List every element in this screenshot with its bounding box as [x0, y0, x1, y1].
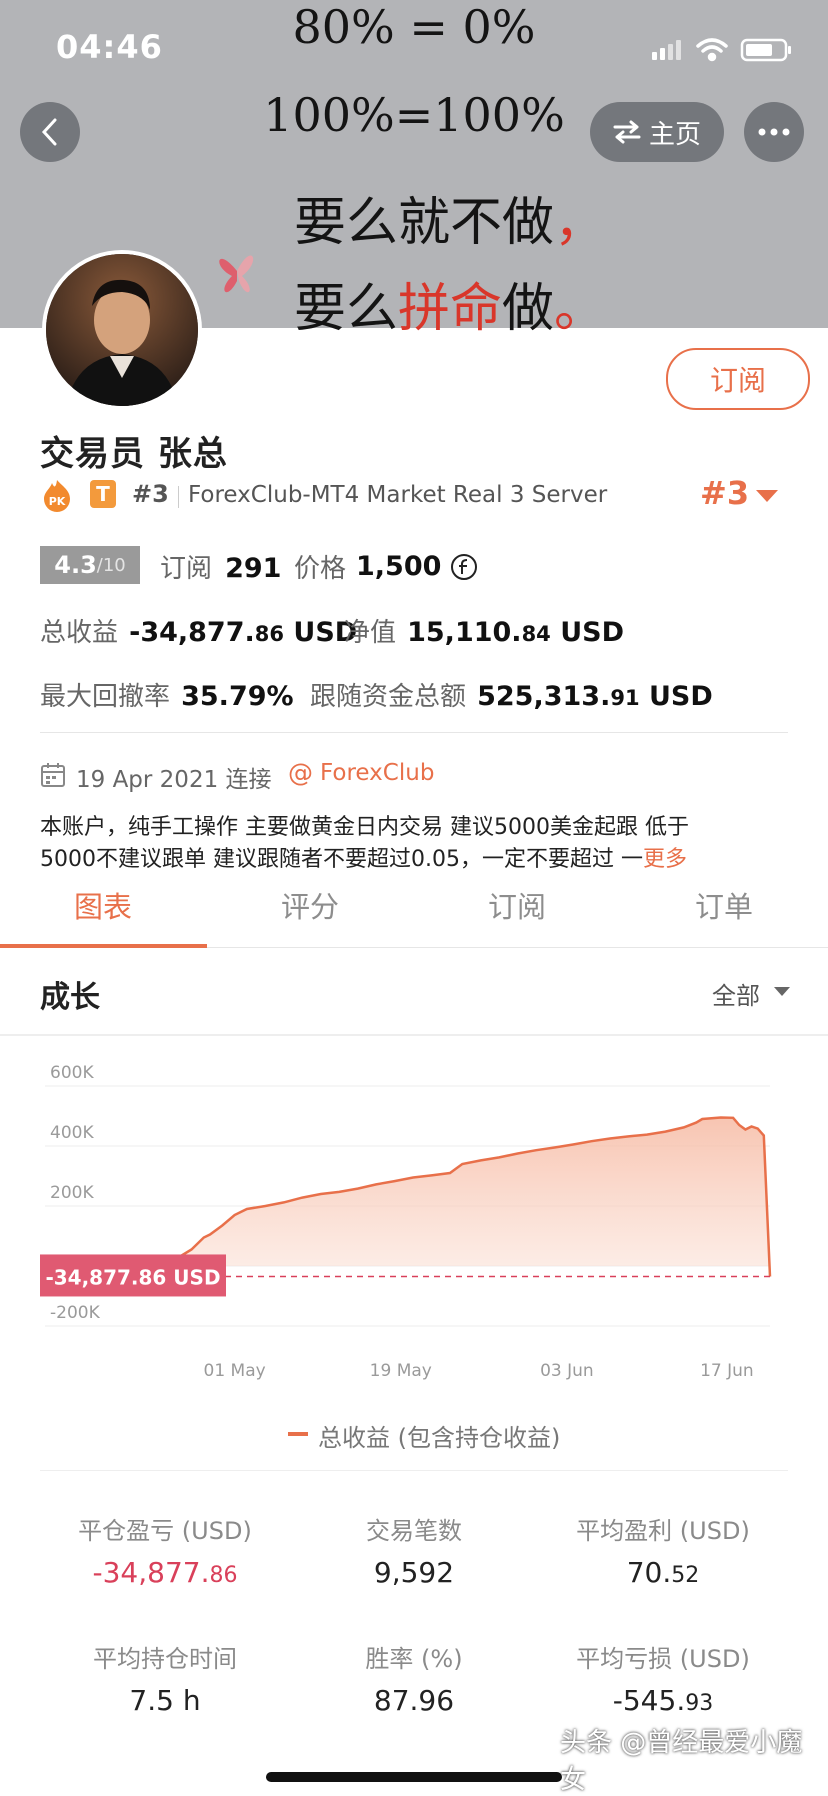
butterfly-icon [219, 255, 254, 293]
divider [40, 732, 788, 733]
description-line: 本账户，纯手工操作 主要做黄金日内交易 建议5000美金起跟 低于 [40, 815, 689, 840]
tab-chart[interactable]: 图表 [0, 884, 206, 926]
series-area [130, 1117, 770, 1277]
stat-item: 平仓盈亏 (USD) -34,877.86 [40, 1511, 290, 1589]
status-bar-icons [652, 38, 791, 62]
swap-icon [613, 120, 641, 144]
home-button[interactable]: 主页 [590, 102, 724, 162]
signal-icon [652, 40, 681, 60]
growth-title: 成长 [40, 980, 100, 1015]
legend-label: 总收益 (包含持仓收益) [318, 1424, 561, 1452]
follow-funds-stat: 跟随资金总额 525,313.91 USD [310, 676, 713, 713]
watermark: 头条 @曾经最爱小魔女 [560, 1728, 803, 1795]
total-profit-label: 总收益 [40, 618, 119, 648]
rank-dropdown[interactable]: #3 [700, 474, 749, 512]
avatar-portrait-icon [46, 254, 198, 406]
trader-type-badge: T [90, 480, 116, 508]
rating-value: 4.3 [54, 551, 97, 579]
stat-item: 交易笔数 9,592 [289, 1511, 539, 1589]
price-stat: 价格 1,500 [294, 548, 479, 585]
stat-value: 7.5 h [129, 1684, 201, 1717]
account-description: 本账户，纯手工操作 主要做黄金日内交易 建议5000美金起跟 低于 5000不建… [40, 812, 788, 876]
y-tick-label: 200K [50, 1183, 94, 1203]
home-button-label: 主页 [648, 119, 701, 150]
home-indicator [266, 1772, 562, 1782]
banner-text-line3: 要么就不做， [293, 193, 607, 253]
chevron-left-icon [41, 118, 57, 146]
stat-value: -545.93 [612, 1684, 714, 1717]
x-tick-label: 17 Jun [700, 1361, 754, 1381]
stat-item: 平均盈利 (USD) 70.52 [538, 1511, 788, 1589]
more-dots-icon [758, 128, 790, 136]
current-value-label: -34,877.86 USD [45, 1265, 220, 1289]
calendar-icon [41, 763, 65, 787]
price-value: 1,500 [356, 551, 442, 582]
stat-item: 平均亏损 (USD) -545.93 [538, 1639, 788, 1717]
equity-label: 净值 [344, 618, 397, 648]
subscribers-stat: 订阅 291 [160, 548, 281, 585]
x-tick-label: 01 May [204, 1361, 266, 1381]
follow-funds-label: 跟随资金总额 [310, 682, 467, 712]
equity-value: 15,110.84 USD [407, 617, 624, 648]
range-select[interactable]: 全部 [712, 976, 760, 1011]
stat-item: 胜率 (%) 87.96 [289, 1639, 539, 1717]
caret-down-icon[interactable] [774, 987, 790, 996]
total-profit-stat: 总收益 -34,877.86 USD [40, 612, 357, 649]
subscribers-label: 订阅 [160, 554, 213, 584]
trader-name: 交易员 张总 [40, 434, 228, 474]
legend-swatch [288, 1432, 308, 1436]
y-tick-label: -200K [50, 1303, 101, 1323]
x-tick-label: 19 May [370, 1361, 432, 1381]
stat-label: 平均盈利 (USD) [576, 1517, 750, 1545]
growth-chart[interactable]: 600K 400K 200K -200K 01 May 19 May 03 Jun 17 Ju… [0, 1036, 828, 1416]
follow-funds-value: 525,313.91 USD [477, 681, 713, 712]
svg-text:PK: PK [49, 495, 66, 508]
stat-value: 70.52 [626, 1556, 700, 1589]
total-profit-value: -34,877.86 USD [129, 617, 358, 648]
equity-stat: 净值 15,110.84 USD [344, 612, 624, 649]
max-drawdown-stat: 最大回撤率 35.79% [40, 676, 294, 713]
battery-icon [740, 38, 791, 62]
y-tick-label: 400K [50, 1123, 94, 1143]
more-link[interactable]: 更多 [643, 847, 687, 872]
description-line: 5000不建议跟单 建议跟随者不要超过0.05，一定不要超过 一更多 [40, 847, 687, 872]
tab-rating[interactable]: 评分 [207, 884, 413, 926]
price-label: 价格 [294, 554, 347, 584]
wifi-icon [696, 38, 728, 62]
coin-icon [451, 553, 478, 580]
stat-label: 胜率 (%) [365, 1645, 463, 1673]
subscribe-button[interactable]: 订阅 [666, 348, 810, 410]
connect-date: 19 Apr 2021 连接 [76, 767, 272, 793]
status-bar-time: 04:46 [56, 28, 163, 66]
caret-down-icon[interactable] [756, 490, 778, 502]
avatar[interactable] [42, 250, 202, 410]
at-icon: @ [288, 758, 313, 787]
rating-badge[interactable]: 4.3/10 [40, 546, 140, 584]
max-drawdown-value: 35.79% [181, 681, 294, 712]
tab-subscribe[interactable]: 订阅 [414, 884, 620, 926]
pk-flame-icon[interactable]: PK [40, 478, 74, 512]
growth-header [0, 948, 828, 1036]
stat-label: 平均亏损 (USD) [576, 1645, 750, 1673]
stats-grid: 平仓盈亏 (USD) -34,877.86 交易笔数 9,592 平均盈利 (USD) 7… [40, 1470, 788, 1751]
back-button[interactable] [20, 102, 80, 162]
rating-max: /10 [96, 554, 126, 576]
stat-value: -34,877.86 [92, 1556, 238, 1589]
stat-label: 平仓盈亏 (USD) [78, 1517, 252, 1545]
max-drawdown-label: 最大回撤率 [40, 682, 171, 712]
stat-label: 交易笔数 [366, 1517, 462, 1545]
x-tick-label: 03 Jun [540, 1361, 594, 1381]
stat-label: 平均持仓时间 [93, 1645, 237, 1673]
y-tick-label: 600K [50, 1063, 94, 1083]
tab-orders[interactable]: 订单 [621, 884, 827, 926]
server-name: ForexClub-MT4 Market Real 3 Server [188, 482, 608, 508]
broker-link[interactable]: ForexClub [320, 760, 434, 786]
more-button[interactable] [744, 102, 804, 162]
subscribers-value: 291 [225, 553, 282, 584]
stat-item: 平均持仓时间 7.5 h [40, 1639, 290, 1717]
stat-value: 87.96 [373, 1684, 455, 1717]
divider [178, 486, 179, 508]
stat-value: 9,592 [373, 1556, 455, 1589]
rank-small: #3 [132, 480, 169, 508]
